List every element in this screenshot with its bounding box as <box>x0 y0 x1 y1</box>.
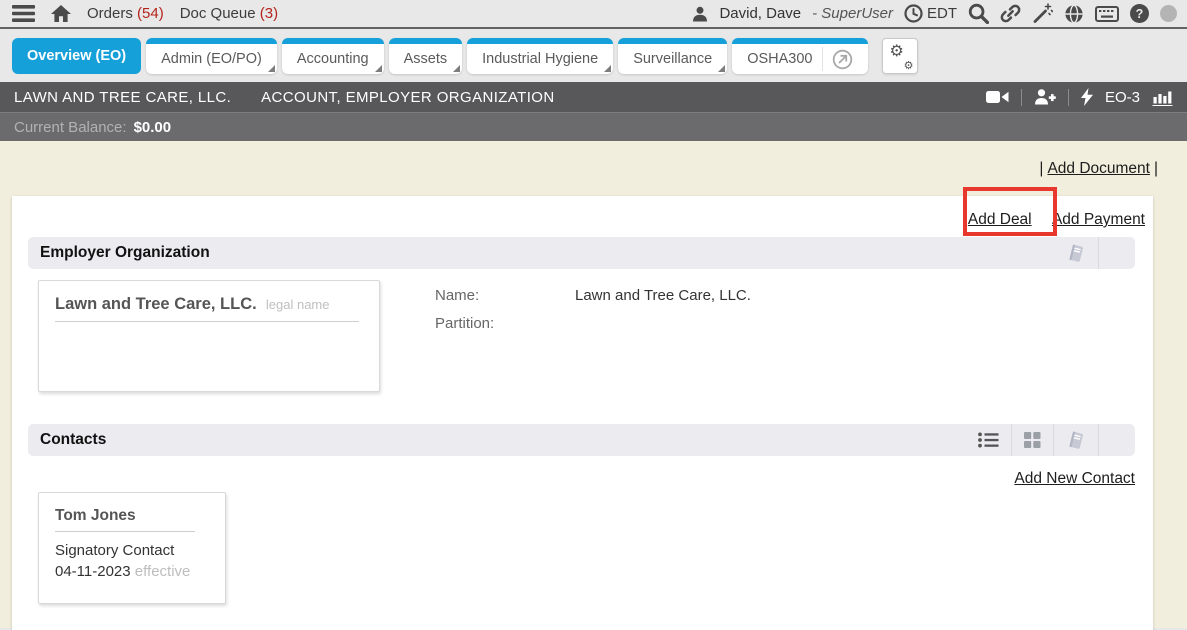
add-payment-link[interactable]: Add Payment <box>1052 211 1145 228</box>
employer-card[interactable]: Lawn and Tree Care, LLC. legal name <box>38 280 380 392</box>
tab-accounting[interactable]: Accounting <box>282 38 384 74</box>
tab-assets[interactable]: Assets <box>389 38 463 74</box>
search-icon[interactable] <box>968 3 989 24</box>
divider <box>1021 89 1022 106</box>
svg-text:?: ? <box>1136 7 1144 21</box>
field-row-name: Name:Lawn and Tree Care, LLC. <box>435 282 751 310</box>
book-icon[interactable] <box>1054 424 1098 456</box>
field-label: Partition: <box>435 310 575 338</box>
divider <box>1068 89 1069 106</box>
employer-fields: Name:Lawn and Tree Care, LLC. Partition: <box>435 280 751 392</box>
field-value: Lawn and Tree Care, LLC. <box>575 287 751 304</box>
contact-card[interactable]: Tom Jones Signatory Contact 04-11-2023 e… <box>38 492 226 604</box>
tab-surveillance[interactable]: Surveillance <box>618 38 727 74</box>
doc-queue-label: Doc Queue <box>180 5 256 22</box>
entity-ref: EO-3 <box>1105 89 1140 106</box>
employer-card-title: Lawn and Tree Care, LLC. <box>55 295 257 313</box>
content-area: |Add Document| Add Deal Add Payment Empl… <box>0 141 1187 628</box>
doc-queue-count: (3) <box>260 5 278 22</box>
contact-date: 04-11-2023 <box>55 563 131 580</box>
add-person-icon[interactable] <box>1034 89 1056 105</box>
employer-card-subtitle: legal name <box>266 297 330 312</box>
gears-icon: ⚙ <box>889 41 903 60</box>
external-link-icon[interactable] <box>822 47 853 71</box>
lightning-icon[interactable] <box>1081 88 1093 106</box>
tab-osha300[interactable]: OSHA300 <box>732 38 868 74</box>
link-icon[interactable] <box>1000 3 1021 24</box>
balance-value: $0.00 <box>134 119 172 136</box>
entity-subtitle: ACCOUNT, EMPLOYER ORGANIZATION <box>261 89 554 106</box>
globe-icon[interactable] <box>1064 4 1084 24</box>
employer-organization-body: Lawn and Tree Care, LLC. legal name Name… <box>38 280 1153 392</box>
add-deal-link[interactable]: Add Deal <box>968 211 1032 228</box>
field-label: Name: <box>435 282 575 310</box>
section-title: Employer Organization <box>28 244 210 262</box>
panel-action-links: Add Deal Add Payment <box>12 196 1153 229</box>
tab-industrial-hygiene[interactable]: Industrial Hygiene <box>467 38 613 74</box>
add-contact-row: Add New Contact <box>12 456 1153 488</box>
balance-bar: Current Balance: $0.00 <box>0 112 1187 141</box>
doc-queue-link[interactable]: Doc Queue (3) <box>180 5 278 22</box>
field-row-partition: Partition: <box>435 310 751 338</box>
bar-chart-icon[interactable] <box>1152 88 1173 106</box>
tab-settings-button[interactable]: ⚙ ⚙ <box>882 38 918 74</box>
orders-link[interactable]: Orders (54) <box>87 5 164 22</box>
tab-admin-eo-po[interactable]: Admin (EO/PO) <box>146 38 277 74</box>
book-icon[interactable] <box>1054 237 1098 269</box>
main-panel: Add Deal Add Payment Employer Organizati… <box>12 196 1153 630</box>
top-bar: Orders (54) Doc Queue (3) David, Dave - … <box>0 0 1187 29</box>
tab-row: Overview (EO) Admin (EO/PO) Accounting A… <box>0 29 1187 82</box>
balance-label: Current Balance: <box>14 119 127 136</box>
orders-count: (54) <box>137 5 164 22</box>
user-name[interactable]: David, Dave <box>719 5 801 22</box>
contact-name: Tom Jones <box>55 507 136 524</box>
orders-label: Orders <box>87 5 133 22</box>
tab-overview-eo[interactable]: Overview (EO) <box>12 38 141 74</box>
grid-view-icon[interactable] <box>1012 424 1053 456</box>
clock-icon[interactable] <box>904 4 923 23</box>
add-new-contact-link[interactable]: Add New Contact <box>1014 470 1135 487</box>
section-title: Contacts <box>28 431 106 449</box>
wand-icon[interactable] <box>1032 3 1053 24</box>
employer-organization-header: Employer Organization <box>28 237 1135 269</box>
keyboard-icon[interactable] <box>1095 6 1119 22</box>
contact-role: Signatory Contact <box>55 540 209 561</box>
help-icon[interactable]: ? <box>1130 4 1149 23</box>
list-view-icon[interactable] <box>966 424 1011 456</box>
entity-name: LAWN AND TREE CARE, LLC. <box>14 89 231 106</box>
add-document-link[interactable]: Add Document <box>1047 160 1150 177</box>
gears-icon-small: ⚙ <box>904 59 914 72</box>
add-document-row: |Add Document| <box>1035 160 1162 178</box>
contacts-header: Contacts <box>28 424 1135 456</box>
menu-icon[interactable] <box>12 5 35 22</box>
home-icon[interactable] <box>51 5 71 22</box>
video-camera-icon[interactable] <box>986 90 1009 104</box>
timezone-label: EDT <box>927 5 957 22</box>
user-role: - SuperUser <box>812 5 893 22</box>
contact-date-line: 04-11-2023 effective <box>55 561 209 582</box>
entity-title-bar: LAWN AND TREE CARE, LLC. ACCOUNT, EMPLOY… <box>0 82 1187 112</box>
status-circle-icon <box>1160 5 1177 22</box>
user-icon <box>692 6 708 22</box>
contact-date-note: effective <box>135 563 191 580</box>
